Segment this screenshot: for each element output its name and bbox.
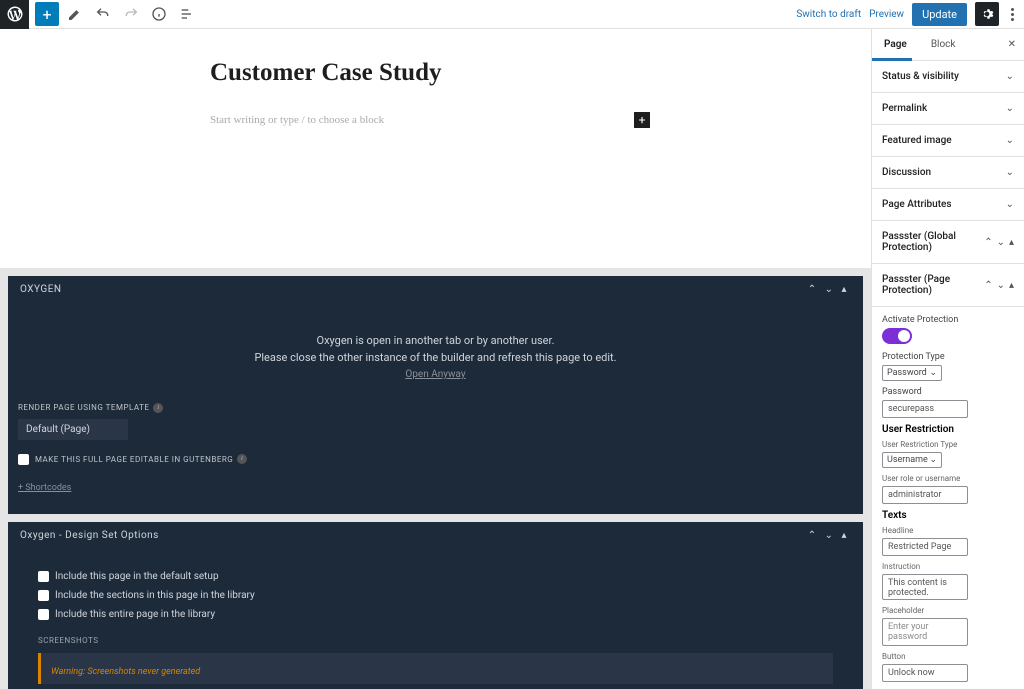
design-title: Oxygen - Design Set Options <box>20 530 159 541</box>
design-header[interactable]: Oxygen - Design Set Options ⌃ ⌄ ▴ <box>8 522 863 549</box>
preview-button[interactable]: Preview <box>869 9 904 20</box>
button-input[interactable]: Unlock now <box>882 664 968 682</box>
user-restriction-select[interactable]: Username⌄ <box>882 452 942 468</box>
open-anyway-link[interactable]: Open Anyway <box>405 369 465 380</box>
update-button[interactable]: Update <box>912 3 967 26</box>
paragraph-block[interactable]: Start writing or type / to choose a bloc… <box>210 112 650 128</box>
info-icon[interactable]: i <box>153 403 163 413</box>
oxygen-message-2: Please close the other instance of the b… <box>18 350 853 367</box>
protection-type-label: Protection Type <box>882 352 1014 362</box>
caret-up-icon[interactable]: ▴ <box>837 284 851 295</box>
passster-panel: Activate Protection Protection Type Pass… <box>872 307 1024 689</box>
screenshots-label: SCREENSHOTS <box>38 636 833 645</box>
inline-add-button[interactable]: + <box>634 112 650 128</box>
panel-permalink[interactable]: Permalink⌄ <box>872 93 1024 125</box>
chevron-down-icon[interactable]: ⌄ <box>821 284 838 295</box>
add-block-button[interactable]: + <box>35 2 59 26</box>
warning-text: Warning: Screenshots never generated <box>51 667 200 677</box>
tab-block[interactable]: Block <box>919 29 968 60</box>
button-label: Button <box>882 652 1014 661</box>
outline-icon[interactable] <box>175 2 199 26</box>
activate-label: Activate Protection <box>882 315 1014 325</box>
info-icon[interactable]: i <box>237 454 247 464</box>
top-toolbar: + Switch to draft Preview Update <box>0 0 1024 29</box>
edit-icon[interactable] <box>63 2 87 26</box>
role-input[interactable]: administrator <box>882 486 968 504</box>
panel-status[interactable]: Status & visibility⌄ <box>872 61 1024 93</box>
undo-icon[interactable] <box>91 2 115 26</box>
warning-box: Warning: Screenshots never generated <box>38 653 833 684</box>
password-input[interactable]: securepass <box>882 400 968 418</box>
activate-toggle[interactable] <box>882 328 912 344</box>
panel-featured[interactable]: Featured image⌄ <box>872 125 1024 157</box>
placeholder-text: Start writing or type / to choose a bloc… <box>210 114 384 126</box>
close-sidebar[interactable]: ✕ <box>1000 29 1024 60</box>
editor-canvas: Customer Case Study Start writing or typ… <box>0 29 871 689</box>
user-restriction-title: User Restriction <box>882 424 1014 435</box>
main-area: Customer Case Study Start writing or typ… <box>0 29 1024 689</box>
template-select[interactable]: Default (Page) <box>18 419 128 440</box>
cb-page-library[interactable] <box>38 609 49 620</box>
render-template-label: RENDER PAGE USING TEMPLATE <box>18 403 149 412</box>
panel-discussion[interactable]: Discussion⌄ <box>872 157 1024 189</box>
headline-input[interactable]: Restricted Page <box>882 538 968 556</box>
cb1-label: Include this page in the default setup <box>55 571 219 582</box>
caret-up-icon[interactable]: ▴ <box>837 530 851 541</box>
protection-type-select[interactable]: Password⌄ <box>882 365 942 381</box>
info-icon[interactable] <box>147 2 171 26</box>
editable-checkbox[interactable] <box>18 454 29 465</box>
panel-page-protection[interactable]: Passster (Page Protection)⌃⌄▴ <box>872 264 1024 307</box>
instruction-label: Instruction <box>882 562 1014 571</box>
password-label: Password <box>882 387 1014 397</box>
role-label: User role or username <box>882 474 1014 483</box>
toolbar-right: Switch to draft Preview Update <box>796 2 1024 26</box>
headline-label: Headline <box>882 526 1014 535</box>
oxygen-header[interactable]: OXYGEN ⌃ ⌄ ▴ <box>8 276 863 303</box>
oxygen-metabox: OXYGEN ⌃ ⌄ ▴ Oxygen is open in another t… <box>0 268 871 689</box>
chevron-up-icon[interactable]: ⌃ <box>804 284 821 295</box>
placeholder-label: Placeholder <box>882 606 1014 615</box>
kebab-menu[interactable] <box>1007 8 1018 21</box>
settings-icon[interactable] <box>975 2 999 26</box>
cb-sections-library[interactable] <box>38 590 49 601</box>
cb2-label: Include the sections in this page in the… <box>55 590 255 601</box>
oxygen-title: OXYGEN <box>20 284 62 295</box>
wp-logo[interactable] <box>0 0 29 29</box>
placeholder-input[interactable]: Enter your password <box>882 618 968 646</box>
page-title[interactable]: Customer Case Study <box>210 59 811 87</box>
panel-attributes[interactable]: Page Attributes⌄ <box>872 189 1024 221</box>
editable-label: MAKE THIS FULL PAGE EDITABLE IN GUTENBER… <box>35 455 233 464</box>
settings-sidebar: Page Block ✕ Status & visibility⌄ Permal… <box>871 29 1024 689</box>
sidebar-tabs: Page Block ✕ <box>872 29 1024 61</box>
cb3-label: Include this entire page in the library <box>55 609 215 620</box>
switch-to-draft[interactable]: Switch to draft <box>796 9 861 20</box>
chevron-down-icon[interactable]: ⌄ <box>821 530 838 541</box>
shortcodes-link[interactable]: + Shortcodes <box>18 483 71 493</box>
panel-global-protection[interactable]: Passster (Global Protection)⌃⌄▴ <box>872 221 1024 264</box>
redo-icon[interactable] <box>119 2 143 26</box>
user-restriction-type-label: User Restriction Type <box>882 440 1014 449</box>
chevron-up-icon[interactable]: ⌃ <box>804 530 821 541</box>
oxygen-message-1: Oxygen is open in another tab or by anot… <box>18 333 853 350</box>
cb-default-setup[interactable] <box>38 571 49 582</box>
texts-title: Texts <box>882 510 1014 521</box>
instruction-input[interactable]: This content is protected. <box>882 574 968 600</box>
tab-page[interactable]: Page <box>872 29 919 60</box>
